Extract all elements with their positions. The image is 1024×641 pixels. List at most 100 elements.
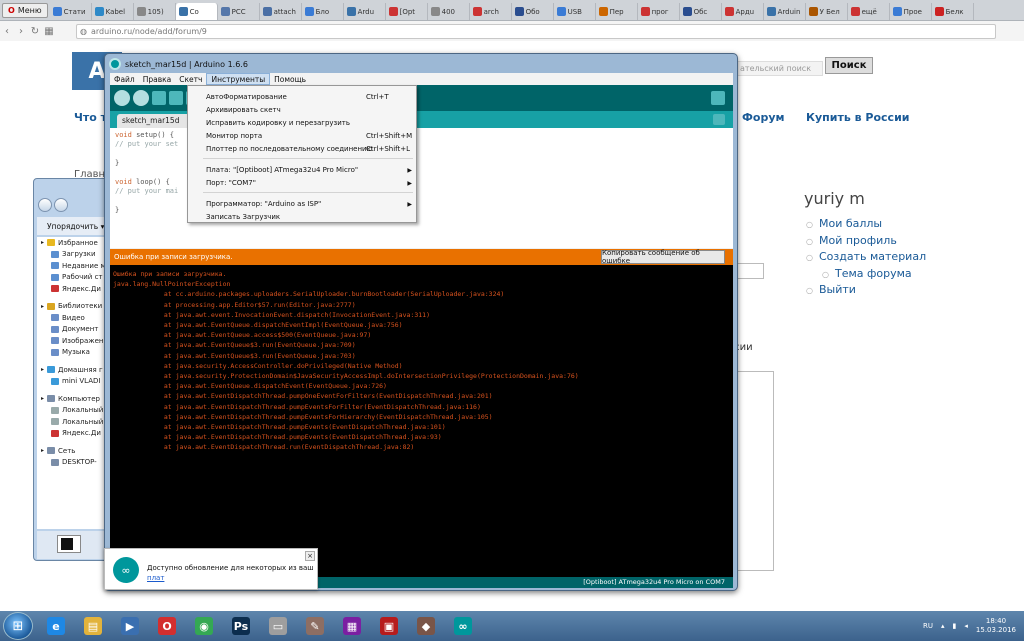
back-arrow-icon[interactable]: ‹ <box>0 26 14 37</box>
verify-icon[interactable] <box>114 90 130 106</box>
ie-icon: e <box>47 617 65 635</box>
tools-menu-item[interactable]: Архивировать скетч <box>206 104 412 116</box>
opera-menu-button[interactable]: O Меню <box>2 2 48 18</box>
taskbar-app[interactable]: ▣ <box>372 613 406 639</box>
tools-menu-item[interactable]: Исправить кодировку и перезагрузить <box>206 117 412 129</box>
close-icon[interactable]: × <box>305 551 315 561</box>
copy-error-button[interactable]: Копировать сообщение об ошибке <box>601 249 725 265</box>
start-button[interactable]: ⊞ <box>3 612 33 640</box>
search-input[interactable]: ательский поиск <box>735 61 823 76</box>
expand-arrow-icon[interactable]: ▸ <box>41 239 44 246</box>
menu-edit[interactable]: Правка <box>139 73 176 85</box>
browser-tab[interactable]: Co <box>175 3 218 20</box>
browser-tab[interactable]: Прое <box>890 3 932 20</box>
arduino-title-bar[interactable]: sketch_mar15d | Arduino 1.6.6 <box>109 57 248 71</box>
tools-menu-item[interactable]: АвтоФорматирование Ctrl+T <box>206 91 412 103</box>
taskbar-app[interactable]: ▤ <box>76 613 110 639</box>
browser-tab[interactable]: Пер <box>596 3 638 20</box>
taskbar-app[interactable]: ▦ <box>335 613 369 639</box>
browser-tab[interactable]: У Бел <box>806 3 848 20</box>
browser-tab[interactable]: Стати <box>50 3 92 20</box>
user-menu-create[interactable]: ○ Создать материал <box>806 250 926 267</box>
taskbar-app[interactable]: ∞ <box>446 613 480 639</box>
browser-tab[interactable]: Ardu <box>344 3 386 20</box>
browser-tab[interactable]: 105) <box>134 3 176 20</box>
menu-separator <box>203 158 413 159</box>
browser-tab[interactable]: USB <box>554 3 596 20</box>
browser-tab[interactable]: Kabel <box>92 3 134 20</box>
clock[interactable]: 18:40 15.03.2016 <box>976 617 1016 635</box>
submenu-arrow-icon: ▶ <box>407 179 412 187</box>
browser-tab[interactable]: PCC <box>218 3 260 20</box>
expand-arrow-icon[interactable]: ▸ <box>41 303 44 310</box>
user-menu-forum-topic[interactable]: ○ Тема форума <box>806 267 926 284</box>
menu-sketch[interactable]: Скетч <box>175 73 206 85</box>
taskbar-app[interactable]: e <box>39 613 73 639</box>
volume-icon[interactable]: ◂ <box>964 622 968 630</box>
console-output[interactable]: Ошибка при записи загрузчика. java.lang.N… <box>110 265 733 577</box>
back-button[interactable] <box>38 198 52 212</box>
url-field[interactable]: ◍ arduino.ru/node/add/forum/9 <box>76 23 996 39</box>
nav-buy-link[interactable]: Купить в России <box>806 111 910 124</box>
taskbar-app[interactable]: ▭ <box>261 613 295 639</box>
sketch-tab[interactable]: sketch_mar15d <box>117 114 193 128</box>
serial-monitor-icon[interactable] <box>711 91 725 105</box>
search-button[interactable]: Поиск <box>825 57 873 74</box>
browser-tab[interactable]: 400 <box>428 3 470 20</box>
tools-menu-item[interactable]: Плата: "[Optiboot] ATmega32u4 Pro Micro"… <box>206 164 412 176</box>
home-grid-icon[interactable]: ▦ <box>42 26 56 37</box>
tools-menu-item[interactable]: Программатор: "Arduino as ISP" ▶ <box>206 198 412 210</box>
taskbar-app[interactable]: ▶ <box>113 613 147 639</box>
language-indicator[interactable]: RU <box>923 622 933 630</box>
user-menu-points[interactable]: ○ Мои баллы <box>806 217 926 234</box>
tools-menu-item[interactable]: Записать Загрузчик <box>206 211 412 223</box>
browser-tab[interactable]: attach <box>260 3 302 20</box>
menu-tools[interactable]: Инструменты <box>206 73 271 85</box>
tools-menu-item[interactable]: Плоттер по последовательному соединению C… <box>206 143 412 155</box>
boards-link[interactable]: плат <box>147 574 164 582</box>
browser-tab[interactable]: Белк <box>932 3 974 20</box>
expand-arrow-icon[interactable]: ▸ <box>41 447 44 454</box>
tray-arrow-icon[interactable]: ▴ <box>941 622 945 630</box>
new-sketch-icon[interactable] <box>152 91 166 105</box>
folder-icon <box>51 314 59 322</box>
console-line: at java.awt.EventQueue.access$500(EventQ… <box>113 331 372 340</box>
nav-forum-link[interactable]: Форум <box>742 111 785 124</box>
browser-tab[interactable]: [Opt <box>386 3 428 20</box>
taskbar-app[interactable]: O <box>150 613 184 639</box>
browser-tab[interactable]: ещё <box>848 3 890 20</box>
tools-menu-item[interactable]: Порт: "COM7" ▶ <box>206 177 412 189</box>
browser-tab[interactable]: Arduin <box>764 3 806 20</box>
browser-tab[interactable]: Обс <box>680 3 722 20</box>
taskbar-app[interactable]: ◉ <box>187 613 221 639</box>
taskbar-app[interactable]: ✎ <box>298 613 332 639</box>
browser-tab[interactable]: arch <box>470 3 512 20</box>
browser-tab[interactable]: Бло <box>302 3 344 20</box>
taskbar-app[interactable]: Ps <box>224 613 258 639</box>
arduino-icon: ∞ <box>454 617 472 635</box>
expand-arrow-icon[interactable]: ▸ <box>41 366 44 373</box>
open-sketch-icon[interactable] <box>169 91 183 105</box>
menu-shortcut: Ctrl+Shift+L <box>366 145 410 153</box>
organize-button[interactable]: Упорядочить ▾ <box>47 222 104 231</box>
forward-arrow-icon[interactable]: › <box>14 26 28 37</box>
reload-icon[interactable]: ↻ <box>28 26 42 37</box>
menu-help[interactable]: Помощь <box>270 73 310 85</box>
user-menu-logout[interactable]: ○ Выйти <box>806 283 926 300</box>
forward-button[interactable] <box>54 198 68 212</box>
expand-arrow-icon[interactable]: ▸ <box>41 395 44 402</box>
tools-menu-item[interactable]: Монитор порта Ctrl+Shift+M <box>206 130 412 142</box>
user-menu-profile[interactable]: ○ Мой профиль <box>806 234 926 251</box>
browser-tab[interactable]: Ардu <box>722 3 764 20</box>
browser-tab[interactable]: Обо <box>512 3 554 20</box>
nav-what-is-link[interactable]: Что т <box>74 111 107 124</box>
menu-file[interactable]: Файл <box>110 73 139 85</box>
menu-item-label: Архивировать скетч <box>206 106 281 114</box>
browser-tab[interactable]: прог <box>638 3 680 20</box>
network-icon[interactable]: ▮ <box>953 622 957 630</box>
tab-menu-arrow-icon[interactable] <box>713 114 725 125</box>
update-notification[interactable]: ∞ Доступно обновление для некоторых из в… <box>104 548 318 590</box>
taskbar-app[interactable]: ◆ <box>409 613 443 639</box>
upload-icon[interactable] <box>133 90 149 106</box>
console-line: Ошибка при записи загрузчика. <box>113 270 227 278</box>
